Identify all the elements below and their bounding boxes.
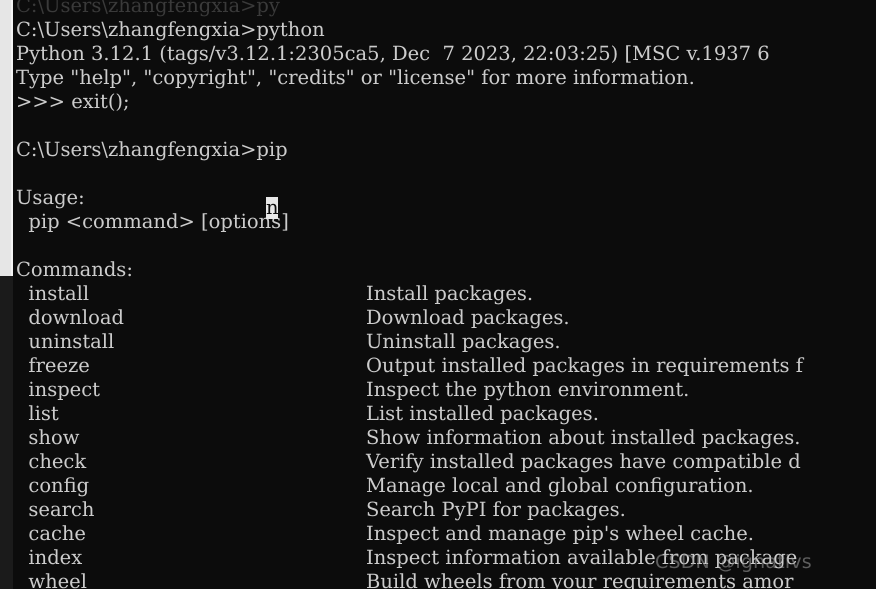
command-desc-config: Manage local and global configuration.: [366, 474, 754, 497]
terminal-line-l02: Python 3.12.1 (tags/v3.12.1:2305ca5, Dec…: [16, 42, 770, 65]
terminal-line-l09: pip <command> [options]: [16, 210, 289, 233]
command-name-cache: cache: [16, 522, 86, 545]
terminal-line-l01: C:\Users\zhangfengxia>python: [16, 18, 325, 41]
command-desc-cache: Inspect and manage pip's wheel cache.: [366, 522, 754, 545]
terminal-line-l11: Commands:: [16, 258, 133, 281]
command-desc-check: Verify installed packages have compatibl…: [366, 450, 801, 473]
command-desc-search: Search PyPI for packages.: [366, 498, 626, 521]
command-desc-list: List installed packages.: [366, 402, 599, 425]
command-desc-show: Show information about installed package…: [366, 426, 801, 449]
command-name-install: install: [16, 282, 90, 305]
terminal-line-l00: C:\Users\zhangfengxia>py: [16, 0, 280, 17]
command-name-wheel: wheel: [16, 570, 87, 589]
text-cursor-glyph: n: [266, 196, 279, 219]
command-desc-install: Install packages.: [366, 282, 534, 305]
command-name-list: list: [16, 402, 59, 425]
command-name-index: index: [16, 546, 83, 569]
vertical-scrollbar-thumb-edge: [11, 0, 13, 276]
command-desc-wheel: Build wheels from your requirements amor: [366, 570, 794, 589]
terminal-line-l03: Type "help", "copyright", "credits" or "…: [16, 66, 695, 89]
command-desc-freeze: Output installed packages in requirement…: [366, 354, 803, 377]
command-desc-index: Inspect information available from packa…: [366, 546, 798, 569]
terminal-line-l06: C:\Users\zhangfengxia>pip: [16, 138, 288, 161]
command-name-show: show: [16, 426, 80, 449]
command-name-freeze: freeze: [16, 354, 90, 377]
terminal-line-l04: >>> exit();: [16, 90, 130, 113]
command-name-inspect: inspect: [16, 378, 100, 401]
command-desc-inspect: Inspect the python environment.: [366, 378, 690, 401]
command-name-check: check: [16, 450, 87, 473]
command-prompt-window[interactable]: C:\Users\zhangfengxia>py C:\Users\zhangfe…: [0, 0, 876, 589]
terminal-screen[interactable]: C:\Users\zhangfengxia>py C:\Users\zhangfe…: [0, 0, 876, 589]
terminal-line-l08: Usage:: [16, 186, 85, 209]
command-desc-download: Download packages.: [366, 306, 570, 329]
command-name-download: download: [16, 306, 124, 329]
command-name-config: config: [16, 474, 90, 497]
command-name-search: search: [16, 498, 95, 521]
command-name-uninstall: uninstall: [16, 330, 115, 353]
command-desc-uninstall: Uninstall packages.: [366, 330, 561, 353]
